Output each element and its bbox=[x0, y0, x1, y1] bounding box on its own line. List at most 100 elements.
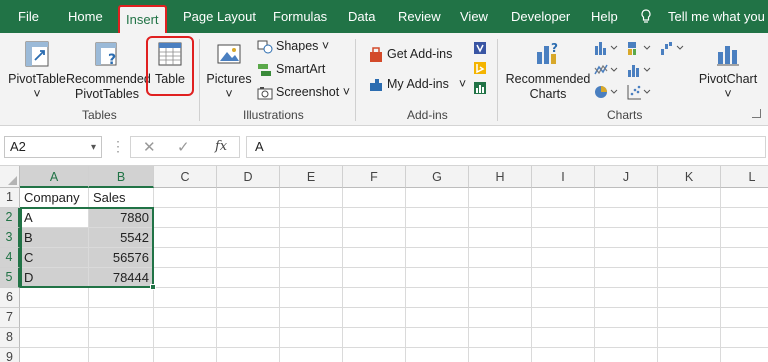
cell-g9[interactable] bbox=[406, 348, 469, 362]
cell-e6[interactable] bbox=[280, 288, 343, 308]
cell-l1[interactable] bbox=[721, 188, 768, 208]
tab-insert[interactable]: Insert bbox=[118, 5, 167, 33]
tab-page-layout[interactable]: Page Layout bbox=[183, 0, 256, 33]
cell-k3[interactable] bbox=[658, 228, 721, 248]
column-header-g[interactable]: G bbox=[406, 166, 469, 188]
formula-input[interactable]: A bbox=[246, 136, 766, 158]
cell-b5[interactable]: 78444 bbox=[89, 268, 154, 288]
cell-h7[interactable] bbox=[469, 308, 532, 328]
cell-h2[interactable] bbox=[469, 208, 532, 228]
cell-e7[interactable] bbox=[280, 308, 343, 328]
cell-j2[interactable] bbox=[595, 208, 658, 228]
row-header-7[interactable]: 7 bbox=[0, 308, 20, 328]
cell-l7[interactable] bbox=[721, 308, 768, 328]
cell-j1[interactable] bbox=[595, 188, 658, 208]
cell-g8[interactable] bbox=[406, 328, 469, 348]
cell-i8[interactable] bbox=[532, 328, 595, 348]
row-header-2[interactable]: 2 bbox=[0, 208, 20, 228]
cell-j3[interactable] bbox=[595, 228, 658, 248]
shapes-button[interactable]: Shapes ˅ bbox=[257, 37, 329, 55]
row-header-5[interactable]: 5 bbox=[0, 268, 20, 288]
cell-i2[interactable] bbox=[532, 208, 595, 228]
cell-b1[interactable]: Sales bbox=[89, 188, 154, 208]
cell-a7[interactable] bbox=[20, 308, 89, 328]
row-header-1[interactable]: 1 bbox=[0, 188, 20, 208]
cell-l4[interactable] bbox=[721, 248, 768, 268]
recommended-pivottables-button[interactable]: ? Recommended PivotTables bbox=[66, 40, 151, 102]
tell-me-search[interactable]: Tell me what you w bbox=[668, 0, 768, 33]
tab-developer[interactable]: Developer bbox=[511, 0, 570, 33]
cell-f9[interactable] bbox=[343, 348, 406, 362]
row-header-8[interactable]: 8 bbox=[0, 328, 20, 348]
cell-e8[interactable] bbox=[280, 328, 343, 348]
cell-h5[interactable] bbox=[469, 268, 532, 288]
cell-j4[interactable] bbox=[595, 248, 658, 268]
cell-i6[interactable] bbox=[532, 288, 595, 308]
cell-l9[interactable] bbox=[721, 348, 768, 362]
cell-c8[interactable] bbox=[154, 328, 217, 348]
recommended-charts-button[interactable]: ? Recommended Charts bbox=[505, 40, 591, 102]
pivottable-button[interactable]: PivotTable ˅ bbox=[6, 40, 68, 102]
cell-b9[interactable] bbox=[89, 348, 154, 362]
cell-h1[interactable] bbox=[469, 188, 532, 208]
get-addins-button[interactable]: Get Add-ins bbox=[368, 45, 452, 63]
cell-l3[interactable] bbox=[721, 228, 768, 248]
tab-view[interactable]: View bbox=[460, 0, 488, 33]
cell-i5[interactable] bbox=[532, 268, 595, 288]
cell-c7[interactable] bbox=[154, 308, 217, 328]
cell-k7[interactable] bbox=[658, 308, 721, 328]
cell-i7[interactable] bbox=[532, 308, 595, 328]
enter-icon[interactable]: ✓ bbox=[177, 138, 190, 156]
cell-e2[interactable] bbox=[280, 208, 343, 228]
row-header-4[interactable]: 4 bbox=[0, 248, 20, 268]
column-header-e[interactable]: E bbox=[280, 166, 343, 188]
cell-a6[interactable] bbox=[20, 288, 89, 308]
tab-file[interactable]: File bbox=[18, 0, 39, 33]
row-header-9[interactable]: 9 bbox=[0, 348, 20, 362]
cell-b7[interactable] bbox=[89, 308, 154, 328]
cell-b8[interactable] bbox=[89, 328, 154, 348]
cell-k8[interactable] bbox=[658, 328, 721, 348]
cell-f1[interactable] bbox=[343, 188, 406, 208]
line-chart-icon[interactable] bbox=[594, 62, 618, 78]
cell-f7[interactable] bbox=[343, 308, 406, 328]
column-header-f[interactable]: F bbox=[343, 166, 406, 188]
scatter-chart-icon[interactable] bbox=[627, 84, 651, 100]
cell-b4[interactable]: 56576 bbox=[89, 248, 154, 268]
cell-c1[interactable] bbox=[154, 188, 217, 208]
statistic-chart-icon[interactable] bbox=[627, 62, 651, 78]
cell-f5[interactable] bbox=[343, 268, 406, 288]
cell-d2[interactable] bbox=[217, 208, 280, 228]
cell-a9[interactable] bbox=[20, 348, 89, 362]
cell-j8[interactable] bbox=[595, 328, 658, 348]
cell-d5[interactable] bbox=[217, 268, 280, 288]
cell-e4[interactable] bbox=[280, 248, 343, 268]
cell-c2[interactable] bbox=[154, 208, 217, 228]
cell-l8[interactable] bbox=[721, 328, 768, 348]
column-header-a[interactable]: A bbox=[20, 166, 89, 188]
cell-i4[interactable] bbox=[532, 248, 595, 268]
hierarchy-chart-icon[interactable] bbox=[627, 40, 651, 56]
cell-d9[interactable] bbox=[217, 348, 280, 362]
waterfall-chart-icon[interactable] bbox=[660, 40, 684, 56]
smartart-button[interactable]: SmartArt bbox=[257, 60, 325, 78]
cell-d7[interactable] bbox=[217, 308, 280, 328]
cell-i9[interactable] bbox=[532, 348, 595, 362]
cell-c9[interactable] bbox=[154, 348, 217, 362]
pie-chart-icon[interactable] bbox=[594, 84, 618, 100]
formula-bar-splitter[interactable]: ⋮ bbox=[111, 138, 125, 155]
tab-data[interactable]: Data bbox=[348, 0, 375, 33]
column-header-i[interactable]: I bbox=[532, 166, 595, 188]
cell-k5[interactable] bbox=[658, 268, 721, 288]
cell-f8[interactable] bbox=[343, 328, 406, 348]
cell-e3[interactable] bbox=[280, 228, 343, 248]
cell-c3[interactable] bbox=[154, 228, 217, 248]
cell-h6[interactable] bbox=[469, 288, 532, 308]
cell-k1[interactable] bbox=[658, 188, 721, 208]
my-addins-button[interactable]: My Add-ins ˅ bbox=[368, 75, 466, 93]
cell-f3[interactable] bbox=[343, 228, 406, 248]
cell-k2[interactable] bbox=[658, 208, 721, 228]
cell-l6[interactable] bbox=[721, 288, 768, 308]
insert-function-icon[interactable]: fx bbox=[215, 139, 227, 154]
cell-d8[interactable] bbox=[217, 328, 280, 348]
